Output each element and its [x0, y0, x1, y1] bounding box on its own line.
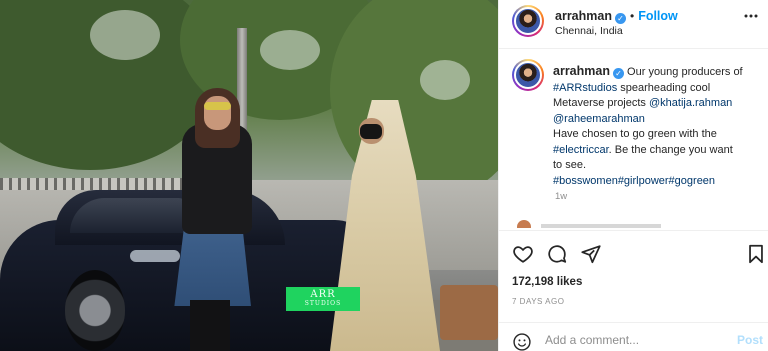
comment-avatar: [517, 220, 531, 228]
planter: [440, 285, 498, 340]
sky-patch: [260, 30, 320, 70]
post-timestamp[interactable]: 7 DAYS AGO: [512, 297, 564, 306]
action-bar: [499, 230, 768, 275]
caption-text-segment: Our young producers of: [627, 66, 743, 78]
header-user-row: arrahman ✓ • Follow: [555, 7, 678, 25]
follow-button[interactable]: Follow: [638, 9, 678, 23]
caption-text: arrahman ✓ Our young producers of #ARRstu…: [553, 64, 758, 189]
emoji-icon[interactable]: [512, 332, 532, 351]
railing: [0, 178, 200, 190]
license-plate: ARR STUDIOS: [286, 287, 360, 311]
post-photo[interactable]: ARR STUDIOS: [0, 0, 498, 351]
caption-text-segment: . Be the change you want: [608, 143, 733, 156]
separator-dot: •: [629, 9, 635, 23]
mention-link[interactable]: @raheemarahman: [553, 113, 645, 125]
caption-username-link[interactable]: arrahman: [553, 64, 610, 78]
car-headlight: [130, 250, 180, 262]
post-header: arrahman ✓ • Follow Chennai, India: [499, 0, 768, 49]
more-dots-icon: [744, 14, 758, 18]
mention-link[interactable]: @khatija.rahman: [649, 97, 732, 109]
car-window: [70, 198, 190, 233]
caption-line-5: Have chosen to go green with the: [553, 128, 717, 140]
hashtags-link[interactable]: #bosswomen#girlpower#gogreen: [553, 174, 758, 190]
car-wheel: [65, 270, 125, 351]
sky-patch: [420, 60, 470, 100]
verified-badge-icon: ✓: [612, 68, 624, 79]
sky-patch: [90, 10, 160, 60]
caption-line-1: arrahman ✓ Our young producers of: [553, 64, 758, 81]
post-comment-button[interactable]: Post: [737, 333, 763, 347]
likes-count[interactable]: 172,198 likes: [512, 276, 582, 288]
hashtag-link[interactable]: #ARRstudios: [553, 82, 617, 94]
caption-line-3: Metaverse projects @khatija.rahman: [553, 96, 758, 112]
comment-input[interactable]: [545, 329, 725, 351]
caption-line-6: #electriccar. Be the change you want: [553, 143, 758, 159]
more-options-icon[interactable]: [743, 8, 759, 27]
bookmark-icon[interactable]: [745, 243, 767, 265]
comment-text-placeholder: [541, 224, 661, 228]
caption-line-4: @raheemarahman: [553, 112, 758, 128]
caption-timestamp[interactable]: 1w: [555, 191, 567, 202]
caption-area: arrahman ✓ Our young producers of #ARRstu…: [499, 50, 768, 230]
hashtag-link[interactable]: #electriccar: [553, 144, 609, 156]
caption-line-2: #ARRstudios spearheading cool: [553, 81, 758, 97]
username-link[interactable]: arrahman: [555, 9, 612, 23]
caption-text-segment: Metaverse projects: [553, 97, 649, 109]
avatar-image: [514, 7, 542, 35]
share-icon[interactable]: [580, 243, 602, 265]
comment-bar: Post: [499, 322, 768, 351]
caption-avatar[interactable]: [512, 59, 544, 91]
next-comment-peek: [517, 220, 757, 228]
plate-line1: ARR: [310, 289, 336, 300]
comment-icon[interactable]: [546, 243, 568, 265]
person-left-legs: [190, 300, 230, 351]
face-mask: [360, 124, 382, 139]
avatar[interactable]: [512, 5, 544, 37]
avatar-image: [514, 61, 542, 89]
heart-icon[interactable]: [512, 243, 534, 265]
caption-text-segment: spearheading cool: [617, 81, 711, 94]
plate-line2: STUDIOS: [304, 300, 342, 307]
post-sidebar: arrahman ✓ • Follow Chennai, India arrahman…: [498, 0, 768, 351]
caption-line-7: to see.: [553, 159, 587, 171]
location-link[interactable]: Chennai, India: [555, 25, 623, 37]
verified-badge-icon: ✓: [614, 13, 626, 24]
sunglasses: [204, 102, 231, 110]
